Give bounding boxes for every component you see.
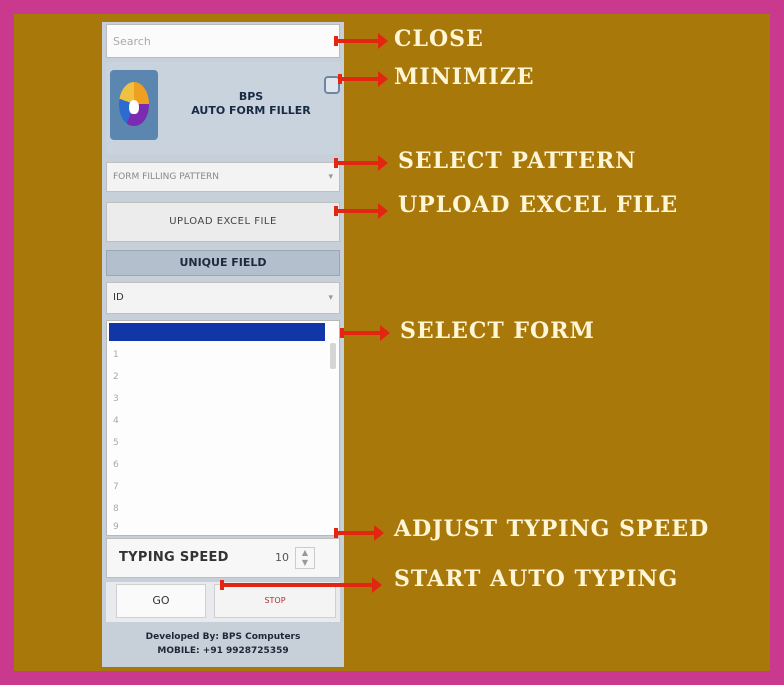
canvas: Search BPS AUTO FORM FILLER FORM FILLING…	[14, 14, 770, 671]
app-title-line1: BPS	[238, 90, 264, 103]
go-button[interactable]: GO	[116, 584, 206, 618]
list-item[interactable]: 2	[113, 371, 119, 383]
arrow-minimize	[338, 71, 388, 87]
label-close: CLOSE	[394, 26, 484, 52]
typing-speed-value[interactable]: 10	[275, 539, 289, 577]
selected-list-item[interactable]	[109, 323, 325, 341]
typing-speed-stepper[interactable]: ▲ ▼	[295, 547, 315, 569]
app-title-line2: AUTO FORM FILLER	[191, 104, 311, 117]
label-adjust-speed: ADJUST TYPING SPEED	[394, 516, 710, 542]
chevron-down-icon: ▾	[328, 293, 333, 303]
arrow-select-pattern	[334, 155, 388, 171]
label-start-typing: START AUTO TYPING	[394, 566, 679, 592]
arrow-close	[334, 33, 388, 49]
list-item[interactable]: 9	[113, 521, 119, 533]
footer-line1: Developed By: BPS Computers	[145, 632, 301, 642]
list-item[interactable]: 1	[113, 349, 119, 361]
typing-speed-label: TYPING SPEED	[119, 550, 229, 565]
arrow-select-form	[340, 325, 390, 341]
arrow-start-typing	[220, 577, 382, 593]
list-item[interactable]: 5	[113, 437, 119, 449]
list-item[interactable]: 6	[113, 459, 119, 471]
unique-field-header: UNIQUE FIELD	[106, 250, 340, 276]
chevron-down-icon: ▾	[328, 172, 333, 182]
typing-speed-row: TYPING SPEED 10 ▲ ▼	[106, 538, 340, 578]
label-minimize: MINIMIZE	[394, 64, 535, 90]
label-upload-excel: UPLOAD EXCEL FILE	[398, 192, 679, 218]
app-window: Search BPS AUTO FORM FILLER FORM FILLING…	[102, 22, 344, 667]
unique-field-select[interactable]: ID ▾	[106, 282, 340, 314]
pattern-select-value: FORM FILLING PATTERN	[113, 172, 220, 182]
form-listbox[interactable]: 1 2 3 4 5 6 7 8 9	[106, 320, 340, 536]
pattern-select[interactable]: FORM FILLING PATTERN ▾	[106, 162, 340, 192]
footer-credits: Developed By: BPS Computers MOBILE: +91 …	[106, 630, 340, 666]
list-item[interactable]: 3	[113, 393, 119, 405]
footer-line2: MOBILE: +91 9928725359	[157, 646, 289, 656]
arrow-adjust-speed	[334, 525, 384, 541]
logo-drop-icon	[129, 100, 139, 114]
app-logo	[110, 70, 158, 140]
arrow-upload-excel	[334, 203, 388, 219]
label-select-form: SELECT FORM	[400, 318, 595, 344]
app-title: BPS AUTO FORM FILLER	[166, 90, 336, 118]
list-item[interactable]: 8	[113, 503, 119, 515]
list-scrollbar-thumb[interactable]	[330, 343, 336, 369]
upload-excel-button[interactable]: UPLOAD EXCEL FILE	[106, 202, 340, 242]
close-field[interactable]: Search	[106, 24, 340, 58]
unique-field-value: ID	[113, 292, 124, 303]
list-item[interactable]: 7	[113, 481, 119, 493]
label-select-pattern: SELECT PATTERN	[398, 148, 637, 174]
list-item[interactable]: 4	[113, 415, 119, 427]
app-header: BPS AUTO FORM FILLER	[106, 62, 340, 154]
